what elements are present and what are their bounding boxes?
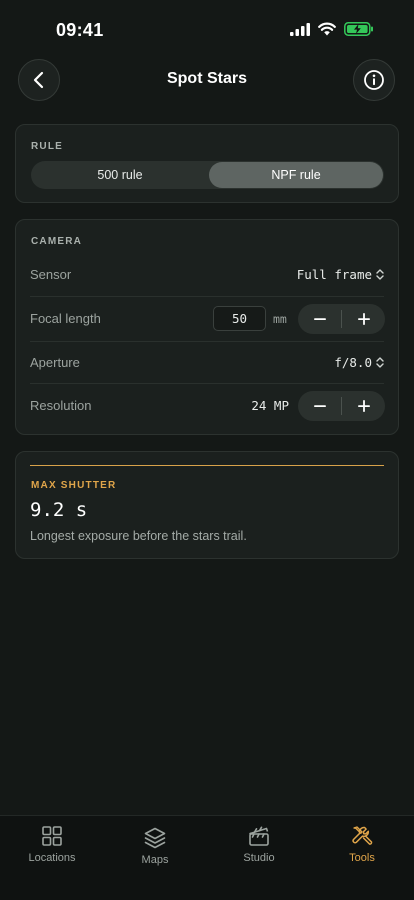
resolution-decrease-button[interactable]	[298, 391, 341, 421]
tab-tools-label: Tools	[349, 852, 375, 864]
chevron-up-down-icon	[376, 357, 384, 368]
rule-label: RULE	[31, 141, 64, 152]
accent-divider	[30, 465, 384, 466]
clapperboard-icon	[249, 826, 269, 846]
status-bar: 09:41	[0, 0, 414, 56]
max-shutter-label: MAX SHUTTER	[31, 480, 117, 491]
tab-bar: Locations Maps Studio Tools	[0, 815, 414, 900]
tab-locations[interactable]: Locations	[7, 824, 97, 864]
tab-maps[interactable]: Maps	[110, 826, 200, 866]
resolution-value: 24 MP	[251, 398, 289, 413]
max-shutter-description: Longest exposure before the stars trail.	[30, 529, 247, 543]
status-icons	[290, 22, 374, 36]
resolution-row: Resolution 24 MP	[16, 384, 400, 428]
focal-length-input[interactable]	[213, 306, 266, 331]
rule-card: RULE 500 rule NPF rule	[15, 124, 399, 203]
focal-length-unit: mm	[273, 312, 287, 326]
camera-card: CAMERA Sensor Full frame Focal length mm…	[15, 219, 399, 435]
aperture-select[interactable]: f/8.0	[334, 355, 384, 370]
rule-option-npf[interactable]: NPF rule	[209, 162, 383, 188]
resolution-stepper	[298, 391, 385, 421]
focal-length-increase-button[interactable]	[342, 304, 385, 334]
grid-icon	[42, 826, 62, 846]
tools-icon	[352, 826, 373, 845]
tab-maps-label: Maps	[141, 854, 169, 866]
sensor-select[interactable]: Full frame	[297, 267, 384, 282]
battery-charging-icon	[344, 22, 373, 36]
max-shutter-card: MAX SHUTTER 9.2 s Longest exposure befor…	[15, 451, 399, 559]
chevron-up-down-icon	[376, 269, 384, 280]
resolution-label: Resolution	[30, 398, 92, 413]
aperture-label: Aperture	[30, 355, 80, 370]
cellular-signal-icon	[290, 22, 310, 36]
aperture-row[interactable]: Aperture f/8.0	[16, 341, 400, 385]
header: Spot Stars	[0, 56, 414, 106]
status-time: 09:41	[56, 20, 104, 40]
focal-length-stepper	[298, 304, 385, 334]
info-icon	[364, 70, 384, 90]
focal-length-label: Focal length	[30, 311, 101, 326]
aperture-value: f/8.0	[334, 355, 372, 370]
sensor-row[interactable]: Sensor Full frame	[16, 253, 400, 297]
sensor-label: Sensor	[30, 267, 72, 282]
minus-icon	[313, 405, 326, 407]
camera-label: CAMERA	[31, 236, 83, 247]
max-shutter-value: 9.2 s	[30, 499, 88, 521]
sensor-value: Full frame	[296, 267, 372, 282]
rule-segmented-control: 500 rule NPF rule	[31, 161, 384, 189]
rule-option-500[interactable]: 500 rule	[32, 162, 208, 188]
info-button[interactable]	[353, 59, 395, 101]
plus-icon	[357, 313, 370, 325]
wifi-icon	[318, 22, 336, 36]
resolution-increase-button[interactable]	[342, 391, 385, 421]
focal-length-row: Focal length mm	[16, 297, 400, 341]
plus-icon	[357, 400, 370, 412]
tab-tools[interactable]: Tools	[317, 824, 407, 864]
page-title: Spot Stars	[166, 70, 247, 87]
tab-locations-label: Locations	[28, 852, 76, 864]
tab-studio-label: Studio	[243, 852, 275, 864]
layers-icon	[144, 827, 166, 849]
focal-length-decrease-button[interactable]	[298, 304, 341, 334]
tab-studio[interactable]: Studio	[214, 824, 304, 864]
minus-icon	[313, 318, 326, 320]
